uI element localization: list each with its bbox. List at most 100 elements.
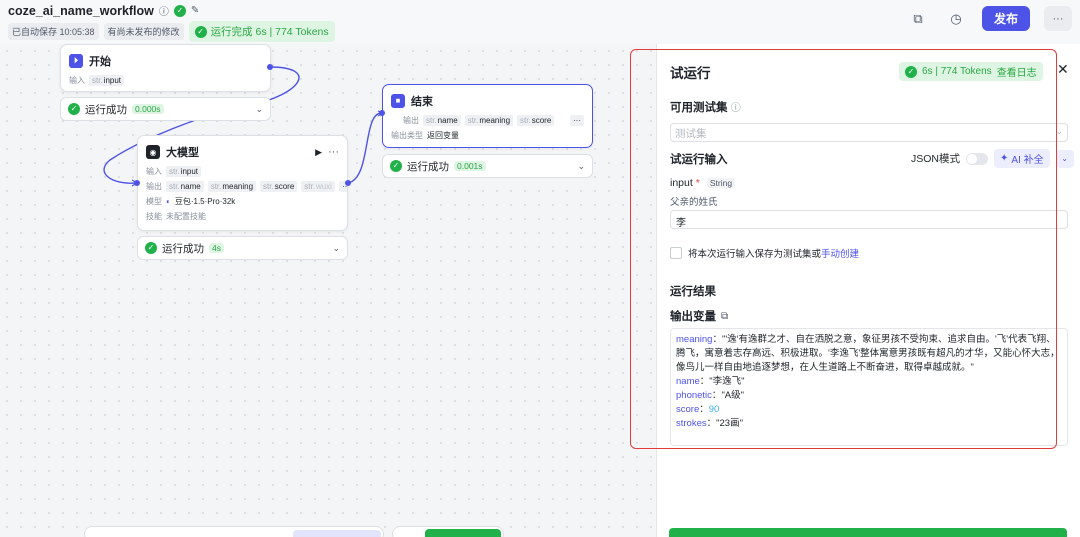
check-icon: ✓ (905, 65, 917, 78)
status-time: 4s (209, 243, 224, 253)
output-score: score：90 (676, 404, 720, 415)
save-checkbox-label: 将本次运行输入保存为测试集或 (688, 249, 822, 260)
end-input-port[interactable] (379, 110, 385, 116)
workflow-title: coze_ai_name_workflow (8, 3, 154, 18)
manual-create-link[interactable]: 手动创建 (821, 246, 859, 260)
test-set-select[interactable]: 测试集 ⌄ (670, 123, 1068, 142)
status-label: 运行成功 (162, 242, 204, 255)
skill-label: 技能 (146, 212, 162, 221)
history-icon[interactable]: ◷ (944, 7, 968, 31)
select-placeholder: 测试集 (675, 128, 707, 140)
check-icon: ✓ (68, 103, 80, 115)
run-node-icon[interactable]: ▶ (315, 147, 322, 158)
llm-node[interactable]: ◉ 大模型 ▶ ··· 输入 str.input 输出 str.name str… (137, 135, 348, 231)
top-bar: coze_ai_name_workflow ⓘ ✓ ✎ 已自动保存 10:05:… (0, 0, 1080, 44)
start-node-title: 开始 (89, 56, 111, 68)
output-type-label: 输出类型 (391, 131, 423, 140)
skill-value: 未配置技能 (166, 212, 206, 221)
output-tag: str.name (423, 115, 461, 126)
more-button[interactable]: ··· (1044, 6, 1072, 31)
chevron-down-icon: ⌄ (1055, 126, 1063, 136)
output-tag: str.meaning (464, 115, 514, 126)
output-tag: str.score (260, 181, 298, 192)
llm-node-title: 大模型 (166, 147, 199, 159)
input-tag: str.input (89, 75, 125, 86)
field-hint: 父亲的姓氏 (670, 197, 718, 208)
output-tag: str.score (517, 115, 555, 126)
start-output-port[interactable] (267, 64, 273, 70)
check-icon: ✓ (145, 242, 157, 254)
canvas-run-toolbar[interactable] (392, 526, 504, 537)
json-mode-toggle[interactable] (966, 152, 989, 165)
model-value: 豆包·1.5·Pro·32k (174, 197, 236, 206)
llm-status-bar[interactable]: ✓ 运行成功 4s ⌄ (137, 236, 348, 260)
toolbar-highlight[interactable] (293, 530, 381, 537)
output-label: 输出 (403, 116, 419, 125)
autosave-badge: 已自动保存 10:05:38 (8, 23, 99, 40)
input-label: 输入 (69, 76, 85, 85)
start-status-bar[interactable]: ✓ 运行成功 0.000s ⌄ (60, 97, 271, 121)
end-icon: ⏹ (391, 94, 405, 108)
end-node[interactable]: ⏹ 结束 输出 str.name str.meaning str.score ·… (382, 84, 593, 148)
copy-icon[interactable]: ⧉ (721, 311, 728, 322)
output-strokes: strokes："23画" (676, 418, 743, 429)
field-name: input (670, 177, 693, 189)
output-var-heading: 输出变量 (670, 311, 716, 323)
output-tag: str.wuxi (301, 181, 335, 192)
edit-icon[interactable]: ✎ (191, 5, 199, 16)
test-run-button[interactable] (425, 529, 501, 537)
canvas-toolbar[interactable] (84, 526, 384, 537)
status-label: 运行成功 (407, 160, 449, 173)
panel-title: 试运行 (670, 66, 711, 81)
stat-text: 6s | 774 Tokens (922, 66, 992, 77)
output-phonetic: phonetic："A级" (676, 390, 745, 401)
info-icon[interactable]: ⓘ (159, 3, 169, 18)
node-more-icon[interactable]: ··· (328, 146, 339, 158)
start-node[interactable]: ⏵ 开始 输入 str.input (60, 44, 271, 92)
start-icon: ⏵ (69, 54, 83, 68)
close-icon[interactable]: ✕ (1057, 61, 1069, 78)
output-meaning: meaning："'逸'有逸群之才、自在洒脱之意，象征男孩不受拘束、追求自由。'… (676, 334, 1060, 373)
input-field[interactable]: 李 (670, 210, 1068, 229)
status-time: 0.001s (454, 161, 486, 171)
llm-icon: ◉ (146, 145, 160, 159)
unpublished-badge: 有尚未发布的修改 (103, 23, 184, 40)
panel-run-stat: ✓ 6s | 774 Tokens 查看日志 (899, 62, 1043, 81)
test-run-panel: 试运行 ✓ 6s | 774 Tokens 查看日志 ✕ 可用测试集 ⓘ 测试集… (656, 44, 1080, 537)
llm-input-port[interactable] (134, 180, 140, 186)
run-status-badge[interactable]: ✓ 运行完成 6s | 774 Tokens (188, 21, 335, 42)
view-log-link[interactable]: 查看日志 (997, 64, 1037, 79)
ai-fill-dropdown[interactable]: ⌄ (1055, 149, 1074, 168)
output-tag: str.name (166, 181, 204, 192)
input-tag: str.input (166, 166, 202, 177)
more-outputs-icon[interactable]: ··· (570, 115, 584, 126)
run-button[interactable] (669, 528, 1067, 537)
copy-icon[interactable]: ⧉ (906, 7, 930, 31)
end-status-bar[interactable]: ✓ 运行成功 0.001s ⌄ (382, 154, 593, 178)
output-json: meaning："'逸'有逸群之才、自在洒脱之意，象征男孩不受拘束、追求自由。'… (670, 328, 1068, 446)
status-label: 运行成功 (85, 103, 127, 116)
llm-output-port[interactable] (345, 180, 351, 186)
publish-button[interactable]: 发布 (982, 6, 1030, 31)
ai-fill-button[interactable]: ✦ AI 补全 (994, 149, 1050, 168)
output-type-value: 返回变量 (427, 131, 459, 140)
model-icon: ◐ (166, 197, 171, 206)
output-label: 输出 (146, 182, 162, 191)
input-field-label: input * String (670, 177, 736, 189)
ai-fill-label: AI 补全 (1011, 155, 1044, 166)
test-set-heading: 可用测试集 (670, 102, 728, 114)
chevron-down-icon[interactable]: ⌄ (332, 243, 340, 254)
result-heading: 运行结果 (670, 286, 716, 298)
info-icon[interactable]: ⓘ (731, 103, 741, 114)
output-tag: str.meaning (207, 181, 257, 192)
input-label: 输入 (146, 167, 162, 176)
chevron-down-icon[interactable]: ⌄ (577, 161, 585, 172)
save-test-set-checkbox[interactable] (670, 247, 682, 259)
end-node-title: 结束 (411, 96, 433, 108)
chevron-down-icon[interactable]: ⌄ (255, 104, 263, 115)
required-mark: * (695, 177, 700, 189)
check-icon: ✓ (390, 160, 402, 172)
model-label: 模型 (146, 197, 162, 206)
run-input-heading: 试运行输入 (670, 154, 728, 166)
sparkle-icon: ✦ (1000, 153, 1009, 164)
